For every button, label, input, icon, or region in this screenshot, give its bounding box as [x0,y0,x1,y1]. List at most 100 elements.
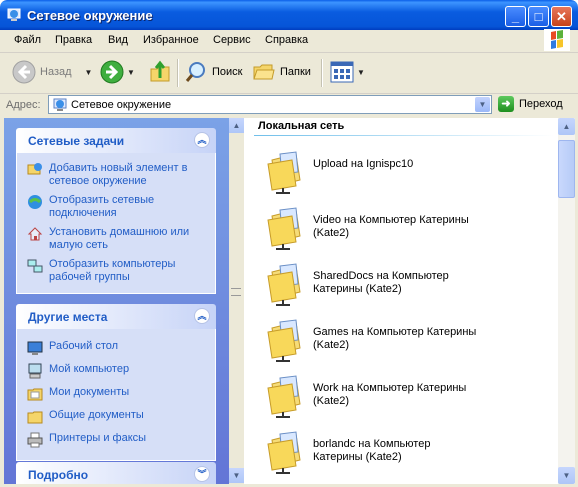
go-label: Переход [519,98,563,110]
address-label: Адрес: [6,99,41,111]
home-network-icon [27,227,43,241]
task-label: Добавить новый элемент в сетевое окружен… [49,162,188,187]
explorer-window: Сетевое окружение _ □ ✕ Файл Правка Вид … [0,0,578,487]
share-item[interactable]: Games на Компьютер Катерины (Kate2) [266,318,546,368]
collapse-chevron-icon[interactable]: ︽ [194,132,210,148]
place-my-computer[interactable]: Мой компьютер [17,360,215,383]
network-share-folder-icon [267,375,301,418]
views-icon [330,61,354,83]
share-item[interactable]: Upload на Ignispc10 [266,150,546,200]
window-title: Сетевое окружение [27,8,153,23]
forward-button[interactable]: ▼ [100,57,135,87]
place-label: Общие документы [49,409,144,421]
task-workgroup-computers[interactable]: Отобразить компьютеры рабочей группы [17,255,215,287]
menu-view[interactable]: Вид [108,34,128,46]
task-network-connections[interactable]: Отобразить сетевые подключения [17,191,215,223]
folders-label: Папки [280,66,311,78]
views-dropdown-icon[interactable]: ▼ [357,68,365,77]
menu-bar: Файл Правка Вид Избранное Сервис Справка [0,29,578,53]
up-folder-icon [150,60,170,82]
task-add-network-place[interactable]: Добавить новый элемент в сетевое окружен… [17,159,215,191]
forward-dropdown-icon[interactable]: ▼ [127,68,135,77]
menu-tools[interactable]: Сервис [213,34,251,46]
task-home-network[interactable]: Установить домашнюю или малую сеть [17,223,215,255]
network-tasks-panel: Сетевые задачи ︽ Добавить новый элемент … [16,128,216,294]
back-arrow-icon [12,60,36,84]
menu-help[interactable]: Справка [265,34,308,46]
place-label: Рабочий стол [49,340,119,352]
place-label: Мой компьютер [49,363,130,375]
pane-scrollbar[interactable]: ▲ ▼ [229,118,244,484]
address-bar: Адрес: Сетевое окружение ▼ ➜ Переход [0,94,578,117]
other-places-title: Другие места [28,310,108,324]
title-bar[interactable]: Сетевое окружение _ □ ✕ [0,0,578,30]
network-tasks-header[interactable]: Сетевые задачи ︽ [16,128,216,153]
my-documents-icon [27,388,43,401]
menu-file[interactable]: Файл [14,34,41,46]
search-button[interactable]: Поиск [184,57,242,87]
close-button[interactable]: ✕ [551,6,572,27]
group-divider [254,135,554,136]
place-printers[interactable]: Принтеры и факсы [17,429,215,452]
scroll-up-icon[interactable]: ▲ [558,118,575,135]
collapse-chevron-icon[interactable]: ︽ [194,308,210,324]
search-label: Поиск [212,66,243,78]
my-computer-icon [28,363,42,379]
menu-edit[interactable]: Правка [55,34,92,46]
network-share-folder-icon [267,431,301,474]
network-share-folder-icon [267,319,301,362]
add-network-place-icon [27,163,42,175]
share-label: Upload на Ignispc10 [313,158,414,170]
place-shared-documents[interactable]: Общие документы [17,406,215,429]
share-label: borlandc на Компьютер Катерины (Kate2) [313,438,431,463]
share-item[interactable]: Work на Компьютер Катерины (Kate2) [266,374,546,424]
scroll-up-icon[interactable]: ▲ [229,118,244,133]
network-connections-icon [28,195,42,209]
folders-button[interactable]: Папки [252,57,311,87]
address-value: Сетевое окружение [71,99,172,111]
place-label: Принтеры и факсы [49,432,147,444]
network-places-icon [7,8,21,21]
go-arrow-icon: ➜ [498,96,514,112]
expand-chevron-icon[interactable]: ︾ [194,466,210,482]
splitter-grip-icon [231,288,241,296]
menu-favorites[interactable]: Избранное [143,34,199,46]
views-button[interactable]: ▼ [330,57,365,87]
back-button[interactable]: Назад ▼ [12,57,92,87]
place-my-documents[interactable]: Мои документы [17,383,215,406]
task-label: Установить домашнюю или малую сеть [49,226,190,251]
back-dropdown-icon[interactable]: ▼ [85,68,93,77]
up-folder-button[interactable] [148,57,172,87]
network-tasks-body: Добавить новый элемент в сетевое окружен… [16,153,216,294]
address-dropdown-icon[interactable]: ▼ [475,97,490,112]
toolbar-separator [321,59,323,87]
folders-icon [253,64,275,80]
group-title: Локальная сеть [258,120,345,132]
share-item[interactable]: borlandc на Компьютер Катерины (Kate2) [266,430,546,480]
other-places-panel: Другие места ︽ Рабочий стол Мой компьюте… [16,304,216,461]
share-item[interactable]: SharedDocs на Компьютер Катерины (Kate2) [266,262,546,312]
minimize-button[interactable]: _ [505,6,526,27]
content-scrollbar[interactable]: ▲ ▼ [558,118,575,484]
go-button[interactable]: ➜ Переход [498,96,563,112]
task-label: Отобразить компьютеры рабочей группы [49,258,176,283]
task-label: Отобразить сетевые подключения [49,194,155,219]
place-desktop[interactable]: Рабочий стол [17,337,215,360]
forward-arrow-icon [100,60,124,84]
scroll-down-icon[interactable]: ▼ [558,467,575,484]
other-places-header[interactable]: Другие места ︽ [16,304,216,329]
scroll-thumb[interactable] [558,140,575,198]
share-item[interactable]: Video на Компьютер Катерины (Kate2) [266,206,546,256]
maximize-button[interactable]: □ [528,6,549,27]
details-panel: Подробно ︾ [16,462,216,484]
scroll-down-icon[interactable]: ▼ [229,468,244,483]
network-tasks-title: Сетевые задачи [28,134,125,148]
share-label: Games на Компьютер Катерины (Kate2) [313,326,477,351]
address-input[interactable]: Сетевое окружение ▼ [48,95,492,114]
place-label: Мои документы [49,386,130,398]
toolbar-separator [177,59,179,87]
details-header[interactable]: Подробно ︾ [16,462,216,484]
printers-icon [27,432,43,448]
network-share-folder-icon [267,207,301,250]
share-label: SharedDocs на Компьютер Катерины (Kate2) [313,270,449,295]
